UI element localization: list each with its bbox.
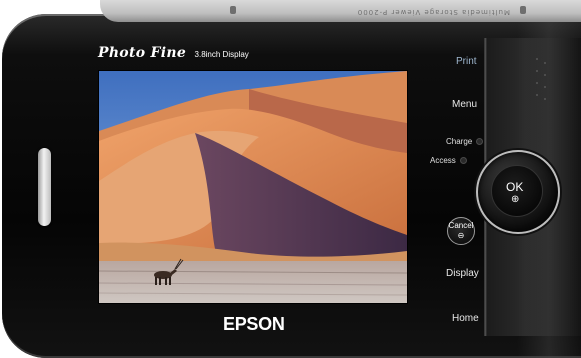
device-top-edge: Multimedia Storage Viewer P-2000 [100,0,581,22]
print-button[interactable]: Print [456,56,477,67]
charge-label: Charge [446,137,473,146]
brand-logo: Photo Fine 3.8inch Display [98,44,249,62]
home-button[interactable]: Home [452,313,479,324]
memory-card-slot [38,148,51,226]
zoom-in-icon: ⊕ [511,194,520,205]
menu-button[interactable]: Menu [452,99,477,110]
display-button[interactable]: Display [446,268,479,279]
access-label: Access [430,156,456,165]
maker-logo: EPSON [223,314,285,334]
charge-indicator: Charge [446,137,484,146]
charge-led-icon [476,138,484,146]
access-indicator: Access [430,156,467,165]
brand-tagline: 3.8inch Display [194,50,249,59]
cancel-label: Cancel [448,221,474,230]
top-engraving: Multimedia Storage Viewer P-2000 [356,8,510,16]
ok-label: OK [506,180,524,194]
brand-name: Photo Fine [98,45,187,61]
power-switch[interactable] [520,6,526,14]
zoom-out-icon: ⊖ [457,231,465,240]
speaker-grille [534,58,550,108]
desert-photo [99,71,407,303]
access-led-icon [459,157,467,165]
lcd-screen [98,70,408,304]
